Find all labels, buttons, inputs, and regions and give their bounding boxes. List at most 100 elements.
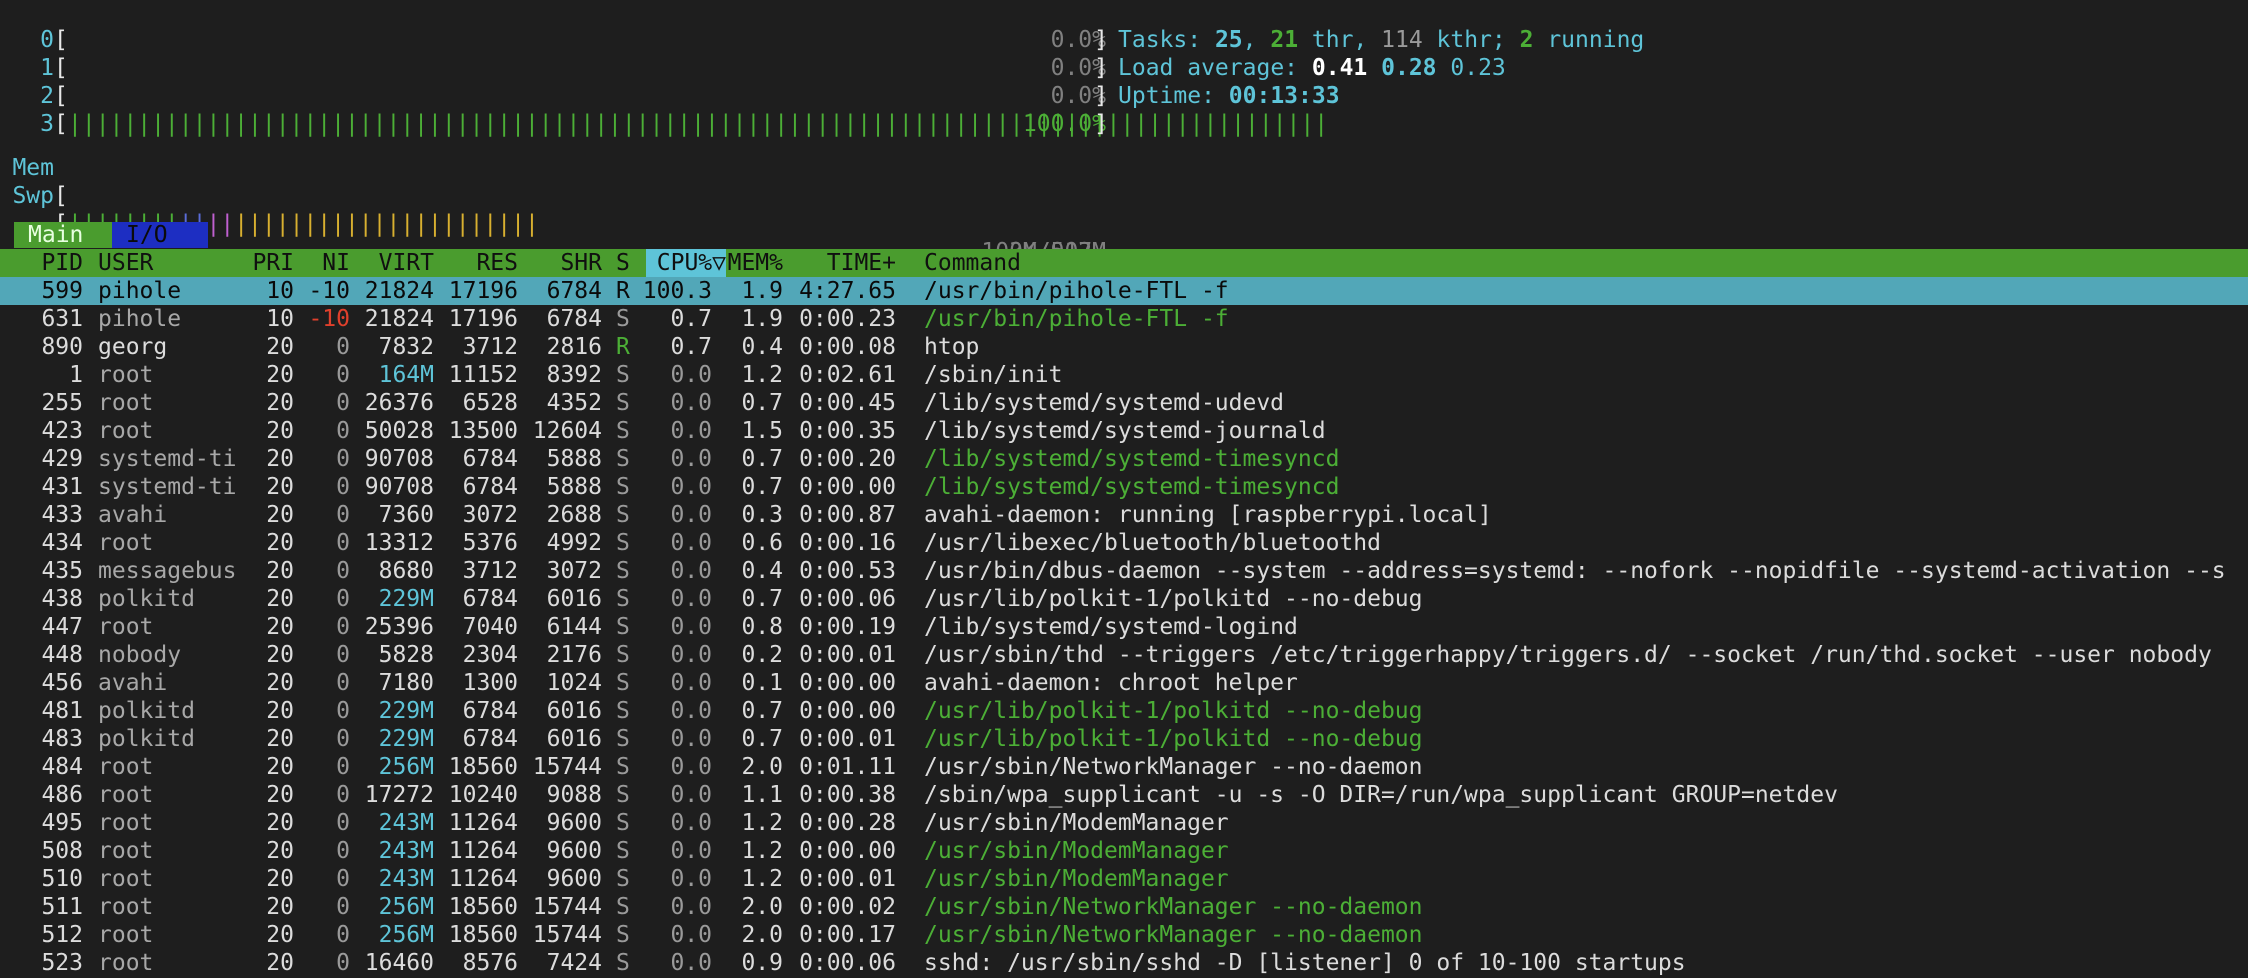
kthread-count: 114 (1381, 27, 1423, 53)
cell-command: /lib/systemd/systemd-timesyncd (924, 474, 1340, 500)
table-row[interactable]: 1 root 20 0 164M 11152 8392 S 0.0 1.2 0:02.61/sbin… (0, 361, 2248, 389)
cell-time: 0:00.19 (799, 614, 896, 640)
cell-command: /usr/sbin/ModemManager (924, 866, 1229, 892)
table-row[interactable]: 434 root 20 0 13312 5376 4992 S 0.0 0.6 0:00.16/us… (0, 529, 2248, 557)
cpu-open-bracket: [ (54, 83, 68, 109)
cell-time: 0:02.61 (799, 362, 896, 388)
tab-io[interactable]: I/O (112, 222, 208, 248)
col-header-command[interactable]: Command (924, 249, 1021, 277)
table-row[interactable]: 438 polkitd 20 0 229M 6784 6016 S 0.0 0.7 0:00.06/… (0, 585, 2248, 613)
uptime-label: Uptime: (1118, 83, 1229, 109)
cpu-close-bracket: ] (1094, 27, 1108, 53)
table-row[interactable]: 448 nobody 20 0 5828 2304 2176 S 0.0 0.2 0:00.01/u… (0, 641, 2248, 669)
cell-time: 0:00.06 (799, 586, 896, 612)
cell-time: 0:00.23 (799, 306, 896, 332)
cpu-percent: 0.0% (1050, 27, 1106, 53)
cell-time: 0:00.00 (799, 698, 896, 724)
tasks-label: Tasks: (1118, 27, 1215, 53)
cell-time: 0:00.06 (799, 950, 896, 976)
cell-time: 0:00.20 (799, 446, 896, 472)
cell-time: 0:00.08 (799, 334, 896, 360)
load-label: Load average: (1118, 55, 1312, 81)
cell-time: 0:00.45 (799, 390, 896, 416)
table-row[interactable]: 433 avahi 20 0 7360 3072 2688 S 0.0 0.3 0:00.87 ava… (0, 501, 2248, 529)
table-row[interactable]: 484 root 20 0 256M 18560 15744 S 0.0 2.0 0:01.11/u… (0, 753, 2248, 781)
cpu-label: 1 (40, 55, 54, 81)
table-row[interactable]: 523 root 20 0 16460 8576 7424 S 0.0 0.9 0:00.06 ssh… (0, 949, 2248, 977)
table-row[interactable]: 510 root 20 0 243M 11264 9600 S 0.0 1.2 0:00.01/us… (0, 865, 2248, 893)
table-row[interactable]: 435 messagebus 20 0 8680 3712 3072 S 0.0 0.4 0:00.… (0, 557, 2248, 585)
cell-command: /usr/bin/pihole-FTL -f (924, 306, 1229, 332)
cell-command: /sbin/init (924, 362, 1063, 388)
cpu-percent: 0.0% (1050, 83, 1106, 109)
cell-time: 0:00.87 (799, 502, 896, 528)
cell-time: 0:00.28 (799, 810, 896, 836)
cpu-label: 2 (40, 83, 54, 109)
cpu-open-bracket: [ (54, 55, 68, 81)
cell-time: 0:00.02 (799, 894, 896, 920)
cell-command: /usr/sbin/NetworkManager --no-daemon (924, 922, 1423, 948)
table-row[interactable]: 511 root 20 0 256M 18560 15744 S 0.0 2.0 0:00.02/u… (0, 893, 2248, 921)
cell-time: 0:00.01 (799, 866, 896, 892)
tasks-info: Tasks: 25, 21 thr, 114 kthr; 2 running (1118, 27, 1645, 53)
table-row[interactable]: 456 avahi 20 0 7180 1300 1024 S 0.0 0.1 0:00.00 ava… (0, 669, 2248, 697)
cell-command: /sbin/wpa_supplicant -u -s -O DIR=/run/w… (924, 782, 1838, 808)
cpu-close-bracket: ] (1094, 83, 1108, 109)
cpu-open-bracket: [ (54, 111, 68, 137)
load-5: 0.28 (1381, 55, 1437, 81)
cell-command: /usr/sbin/thd --triggers /etc/triggerhap… (924, 642, 2212, 668)
cpu-percent: 100.0% (1022, 111, 1106, 137)
table-row[interactable]: 631 pihole 10 -10 21824 17196 6784 S 0.7 1.9 0:00.… (0, 305, 2248, 333)
table-row[interactable]: 423 root 20 0 50028 13500 12604 S 0.0 1.5 0:00.35/… (0, 417, 2248, 445)
table-row[interactable]: 483 polkitd 20 0 229M 6784 6016 S 0.0 0.7 0:00.01/… (0, 725, 2248, 753)
uptime-value: 00:13:33 (1228, 83, 1340, 109)
cpu-open-bracket: [ (54, 27, 68, 53)
running-label: running (1533, 27, 1645, 53)
table-row[interactable]: 486 root 20 0 17272 10240 9088 S 0.0 1.1 0:00.38/s… (0, 781, 2248, 809)
cell-command: avahi-daemon: chroot helper (924, 670, 1298, 696)
cell-time: 0:00.53 (799, 558, 896, 584)
table-row[interactable]: 495 root 20 0 243M 11264 9600 S 0.0 1.2 0:00.28/us… (0, 809, 2248, 837)
cpu-label: 0 (40, 27, 54, 53)
cell-command: /lib/systemd/systemd-udevd (924, 390, 1285, 416)
swp-meter: Swp [ 0K/512M ] (0, 154, 1107, 293)
cell-time: 0:00.17 (799, 922, 896, 948)
mem-open-bracket: [ (54, 183, 68, 209)
table-row[interactable]: 447 root 20 0 25396 7040 6144 S 0.0 0.8 0:00.19/li… (0, 613, 2248, 641)
table-row[interactable]: 255 root 20 0 26376 6528 4352 S 0.0 0.7 0:00.45/li… (0, 389, 2248, 417)
table-row[interactable]: 512 root 20 0 256M 18560 15744 S 0.0 2.0 0:00.17/u… (0, 921, 2248, 949)
cell-time: 0:00.00 (799, 474, 896, 500)
cell-command: /lib/systemd/systemd-timesyncd (924, 446, 1340, 472)
cell-command: /usr/bin/pihole-FTL -f (924, 278, 1229, 304)
cpu-bar: ||||||||||||||||||||||||||||||||||||||||… (68, 111, 1329, 137)
table-row[interactable]: 599 pihole 10 -10 21824 17196 6784 R 100.3 1.9 4:2… (0, 277, 2248, 305)
col-header-time[interactable]: TIME+ (0, 249, 896, 277)
running-count: 2 (1519, 27, 1534, 53)
table-row[interactable]: 431 systemd-ti 20 0 90708 6784 5888 S 0.0 0.7 0:00… (0, 473, 2248, 501)
table-row[interactable]: 508 root 20 0 243M 11264 9600 S 0.0 1.2 0:00.00/us… (0, 837, 2248, 865)
cell-command: /usr/lib/polkit-1/polkitd --no-debug (924, 726, 1423, 752)
cell-time: 0:00.01 (799, 726, 896, 752)
load-1: 0.41 (1311, 55, 1368, 81)
cpu-close-bracket: ] (1094, 55, 1108, 81)
table-row[interactable]: 890 georg 20 0 7832 3712 2816 R 0.7 0.4 0:00.08 hto… (0, 333, 2248, 361)
cell-time: 0:00.00 (799, 670, 896, 696)
cell-command: /usr/sbin/NetworkManager --no-daemon (924, 894, 1423, 920)
cell-command: /usr/sbin/NetworkManager --no-daemon (924, 754, 1423, 780)
tab-main[interactable]: Main (14, 222, 112, 248)
cpu-percent: 0.0% (1050, 55, 1106, 81)
cell-command: avahi-daemon: running [raspberrypi.local… (924, 502, 1492, 528)
cell-command: /lib/systemd/systemd-journald (924, 418, 1326, 444)
thr-label: thr, (1298, 27, 1382, 53)
cell-time: 0:00.38 (799, 782, 896, 808)
column-header: PID USER PRI NI VIRT RES SHR S CPU%▽ MEM… (0, 249, 2248, 277)
cell-time: 0:00.01 (799, 642, 896, 668)
tasks-count: 25 (1214, 27, 1243, 53)
swp-label: Swp (12, 183, 54, 209)
table-row[interactable]: 481 polkitd 20 0 229M 6784 6016 S 0.0 0.7 0:00.00/… (0, 697, 2248, 725)
cell-time: 0:01.11 (799, 754, 896, 780)
cell-command: sshd: /usr/sbin/sshd -D [listener] 0 of … (924, 950, 1686, 976)
thread-count: 21 (1270, 27, 1299, 53)
table-row[interactable]: 429 systemd-ti 20 0 90708 6784 5888 S 0.0 0.7 0:00… (0, 445, 2248, 473)
cell-command: /usr/sbin/ModemManager (924, 810, 1229, 836)
